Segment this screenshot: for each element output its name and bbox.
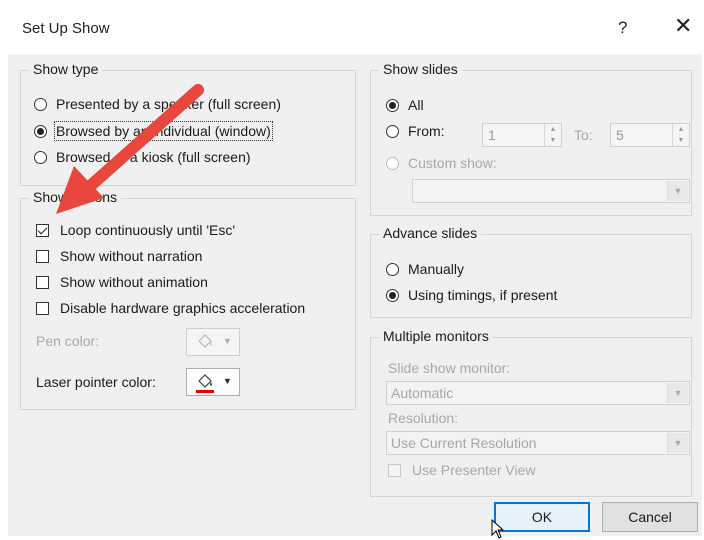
chevron-down-icon[interactable]: ▼	[667, 181, 688, 201]
checkbox-label: Use Presenter View	[412, 462, 536, 478]
spin-down-icon[interactable]: ▼	[673, 135, 689, 146]
checkbox-label: Disable hardware graphics acceleration	[60, 300, 306, 316]
checkbox[interactable]	[36, 249, 49, 263]
show-type-legend: Show type	[29, 61, 103, 77]
resolution-dropdown[interactable]: Use Current Resolution ▼	[386, 431, 690, 455]
radio-using-timings[interactable]: Using timings, if present	[386, 287, 557, 303]
radio-button-selected[interactable]	[386, 98, 399, 112]
multiple-monitors-legend: Multiple monitors	[379, 328, 493, 344]
radio-button[interactable]	[34, 150, 47, 164]
dialog-title: Set Up Show	[22, 20, 110, 37]
spin-up-icon[interactable]: ▲	[545, 124, 561, 135]
laser-color-text: Laser pointer color:	[36, 374, 156, 390]
radio-label: Presented by a speaker (full screen)	[56, 96, 281, 112]
radio-custom-show[interactable]: Custom show:	[386, 155, 497, 171]
laser-pointer-color-button[interactable]: ▼	[186, 368, 240, 396]
radio-browsed-by-individual[interactable]: Browsed by an individual (window)	[34, 121, 273, 141]
from-slide-spinner[interactable]: 1 ▲ ▼	[482, 123, 562, 147]
checkbox-loop-continuously[interactable]: Loop continuously until 'Esc'	[36, 222, 235, 238]
cancel-button[interactable]: Cancel	[602, 502, 698, 532]
checkbox-presenter-view[interactable]: Use Presenter View	[388, 462, 535, 478]
radio-label: Browsed at a kiosk (full screen)	[56, 149, 251, 165]
close-button[interactable]: ✕	[674, 15, 692, 37]
radio-button-disabled[interactable]	[386, 156, 399, 170]
checkbox-checked[interactable]	[36, 223, 49, 237]
resolution-value: Use Current Resolution	[391, 435, 537, 451]
paint-bucket-icon	[198, 334, 212, 348]
radio-label: Custom show:	[408, 155, 497, 171]
checkbox-label: Show without animation	[60, 274, 208, 290]
checkbox-label: Loop continuously until 'Esc'	[60, 222, 236, 238]
chevron-down-icon: ▼	[223, 336, 232, 346]
set-up-show-dialog: Set Up Show ? ✕ Show type Presented by a…	[8, 4, 702, 536]
checkbox[interactable]	[36, 301, 49, 315]
radio-label: Using timings, if present	[408, 287, 558, 303]
checkbox-disabled[interactable]	[388, 463, 401, 477]
advance-slides-legend: Advance slides	[379, 225, 482, 241]
radio-button-selected[interactable]	[34, 124, 47, 138]
title-bar: Set Up Show ? ✕	[8, 4, 702, 54]
from-slide-value: 1	[488, 127, 496, 143]
checkbox-without-animation[interactable]: Show without animation	[36, 274, 208, 290]
checkbox-disable-hw-acceleration[interactable]: Disable hardware graphics acceleration	[36, 300, 305, 316]
slide-show-monitor-label: Slide show monitor:	[388, 360, 510, 376]
pen-color-button[interactable]: ▼	[186, 328, 240, 356]
radio-label: All	[408, 97, 424, 113]
radio-button[interactable]	[386, 262, 399, 276]
laser-color-swatch	[196, 390, 214, 393]
spin-down-icon[interactable]: ▼	[545, 135, 561, 146]
spinner-arrows[interactable]: ▲ ▼	[672, 124, 689, 146]
radio-label: From:	[408, 123, 445, 139]
radio-button[interactable]	[34, 97, 47, 111]
resolution-label-text: Resolution:	[388, 410, 459, 426]
monitor-label-text: Slide show monitor:	[388, 360, 511, 376]
ok-button[interactable]: OK	[494, 502, 590, 532]
checkbox[interactable]	[36, 275, 49, 289]
radio-button[interactable]	[386, 124, 399, 138]
custom-show-dropdown[interactable]: ▼	[412, 179, 690, 203]
radio-manually[interactable]: Manually	[386, 261, 464, 277]
to-slide-spinner[interactable]: 5 ▲ ▼	[610, 123, 690, 147]
chevron-down-icon: ▼	[223, 376, 232, 386]
to-slide-value: 5	[616, 127, 624, 143]
pen-color-text: Pen color:	[36, 333, 100, 349]
radio-all-slides[interactable]: All	[386, 97, 424, 113]
radio-label: Browsed by an individual (window)	[54, 121, 273, 141]
spin-up-icon[interactable]: ▲	[673, 124, 689, 135]
radio-button-selected[interactable]	[386, 288, 399, 302]
monitor-value: Automatic	[391, 385, 454, 401]
radio-from-slide[interactable]: From:	[386, 123, 445, 139]
paint-bucket-icon	[198, 374, 212, 388]
checkbox-without-narration[interactable]: Show without narration	[36, 248, 202, 264]
radio-label: Manually	[408, 261, 465, 277]
help-button[interactable]: ?	[618, 18, 627, 38]
radio-presented-by-speaker[interactable]: Presented by a speaker (full screen)	[34, 96, 281, 112]
resolution-label: Resolution:	[388, 410, 458, 426]
radio-browsed-at-kiosk[interactable]: Browsed at a kiosk (full screen)	[34, 149, 251, 165]
to-label: To:	[574, 127, 593, 143]
pen-color-label: Pen color:	[36, 333, 99, 349]
spinner-arrows[interactable]: ▲ ▼	[544, 124, 561, 146]
checkbox-label: Show without narration	[60, 248, 203, 264]
slide-show-monitor-dropdown[interactable]: Automatic ▼	[386, 381, 690, 405]
chevron-down-icon[interactable]: ▼	[667, 433, 688, 453]
laser-pointer-color-label: Laser pointer color:	[36, 374, 156, 390]
show-slides-legend: Show slides	[379, 61, 462, 77]
show-options-legend: Show options	[29, 189, 122, 205]
to-label-text: To:	[574, 127, 593, 143]
chevron-down-icon[interactable]: ▼	[667, 383, 688, 403]
mouse-cursor-icon	[491, 519, 505, 539]
